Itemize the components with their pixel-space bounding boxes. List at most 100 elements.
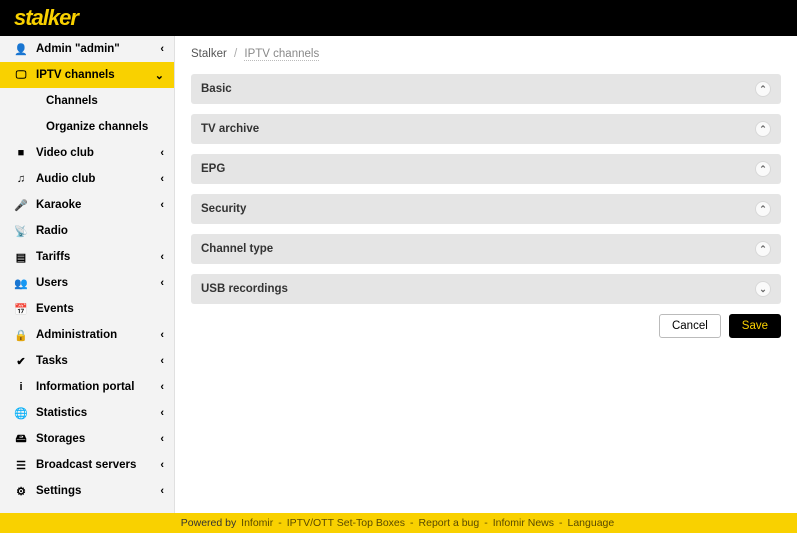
- panel-title: Security: [201, 203, 246, 215]
- collapse-icon[interactable]: ⌃: [755, 161, 771, 177]
- chevron-left-icon: ‹: [160, 485, 164, 497]
- sidebar-item-label: Information portal: [36, 381, 160, 393]
- sidebar-item-label: Settings: [36, 485, 160, 497]
- footer: Powered by Infomir - IPTV/OTT Set-Top Bo…: [0, 513, 797, 533]
- chevron-left-icon: ‹: [160, 329, 164, 341]
- content-area: Stalker / IPTV channels Basic⌃TV archive…: [175, 36, 797, 513]
- chevron-left-icon: ‹: [160, 199, 164, 211]
- collapse-icon[interactable]: ⌃: [755, 201, 771, 217]
- sidebar-item-icon: 📡: [14, 225, 28, 238]
- panel-title: Basic: [201, 83, 232, 95]
- footer-link-news[interactable]: Infomir News: [493, 517, 554, 529]
- chevron-left-icon: ‹: [160, 381, 164, 393]
- accordion-panel[interactable]: Security ⌃: [191, 194, 781, 224]
- sidebar-item-label: Administration: [36, 329, 160, 341]
- chevron-left-icon: ‹: [160, 173, 164, 185]
- chevron-left-icon: ‹: [160, 407, 164, 419]
- chevron-left-icon: ‹: [160, 355, 164, 367]
- panel-title: TV archive: [201, 123, 259, 135]
- sidebar-item-icon: ⚙: [14, 485, 28, 498]
- sidebar-item[interactable]: 🖴 Storages‹: [0, 426, 174, 452]
- chevron-left-icon: ‹: [160, 433, 164, 445]
- sidebar-item[interactable]: ■ Video club‹: [0, 140, 174, 166]
- expand-icon[interactable]: ⌄: [755, 281, 771, 297]
- sidebar-item-label: Statistics: [36, 407, 160, 419]
- breadcrumb-current: IPTV channels: [244, 48, 319, 61]
- sidebar-item[interactable]: ▤Tariffs‹: [0, 244, 174, 270]
- sidebar-item[interactable]: 🌐 Statistics‹: [0, 400, 174, 426]
- sidebar-item-label: IPTV channels: [36, 69, 155, 81]
- sidebar-item-label: Video club: [36, 147, 160, 159]
- cancel-button[interactable]: Cancel: [659, 314, 721, 338]
- sidebar-item[interactable]: 🖵 IPTV channels⌄: [0, 62, 174, 88]
- breadcrumb-sep: /: [234, 48, 237, 60]
- sidebar-item-label: Radio: [36, 225, 164, 237]
- breadcrumb: Stalker / IPTV channels: [191, 46, 781, 74]
- sidebar-item-label: Broadcast servers: [36, 459, 160, 471]
- footer-link-language[interactable]: Language: [568, 517, 615, 529]
- sidebar-item[interactable]: 🎤 Karaoke‹: [0, 192, 174, 218]
- sidebar-item-label: Organize channels: [46, 121, 148, 133]
- sidebar-item-label: Storages: [36, 433, 160, 445]
- sidebar-item-icon: ♫: [14, 173, 28, 185]
- sidebar-item-icon: 🖵: [14, 69, 28, 82]
- footer-link-infomir[interactable]: Infomir: [241, 517, 273, 529]
- chevron-left-icon: ‹: [160, 251, 164, 263]
- sidebar-item-label: Karaoke: [36, 199, 160, 211]
- sidebar-item[interactable]: i Information portal‹: [0, 374, 174, 400]
- sidebar-item-icon: 📅: [14, 303, 28, 316]
- main-layout: 👤Admin "admin"‹🖵IPTV channels⌄ChannelsOr…: [0, 36, 797, 513]
- chevron-left-icon: ‹: [160, 459, 164, 471]
- chevron-left-icon: ‹: [160, 43, 164, 55]
- sidebar-item[interactable]: 👤 Admin "admin"‹: [0, 36, 174, 62]
- accordion-panel[interactable]: USB recordings ⌄: [191, 274, 781, 304]
- sidebar-item-label: Events: [36, 303, 164, 315]
- topbar: stalker: [0, 0, 797, 36]
- sidebar-item-icon: 🔒: [14, 329, 28, 342]
- sidebar-item-icon: 🖴: [14, 430, 28, 449]
- chevron-down-icon: ⌄: [155, 69, 164, 82]
- accordion-panel[interactable]: Channel type⌃: [191, 234, 781, 264]
- sidebar-item-icon: ✔: [14, 355, 28, 368]
- sidebar-item[interactable]: 📅 Events: [0, 296, 174, 322]
- collapse-icon[interactable]: ⌃: [755, 121, 771, 137]
- sidebar-item-icon: 🎤: [14, 199, 28, 212]
- sidebar-item-icon: ▤: [14, 251, 28, 264]
- panel-title: USB recordings: [201, 283, 288, 295]
- collapse-icon[interactable]: ⌃: [755, 81, 771, 97]
- sidebar-item[interactable]: 🔒 Administration‹: [0, 322, 174, 348]
- sidebar-item[interactable]: ⚙ Settings‹: [0, 478, 174, 504]
- sidebar-item-icon: 👥: [14, 277, 28, 290]
- sidebar-item-label: Tasks: [36, 355, 160, 367]
- accordion-panel[interactable]: EPG ⌃: [191, 154, 781, 184]
- sidebar-item-icon: ☰: [14, 459, 28, 472]
- sidebar-subitem[interactable]: Channels: [0, 88, 174, 114]
- panel-title: EPG: [201, 163, 225, 175]
- breadcrumb-root[interactable]: Stalker: [191, 48, 227, 60]
- accordion-panel[interactable]: Basic ⌃: [191, 74, 781, 104]
- logo: stalker: [14, 5, 78, 31]
- sidebar-subitem[interactable]: Organize channels: [0, 114, 174, 140]
- footer-prefix: Powered by: [181, 517, 236, 529]
- sidebar-item-icon: 👤: [14, 43, 28, 56]
- sidebar-item-icon: ■: [14, 147, 28, 159]
- sidebar: 👤Admin "admin"‹🖵IPTV channels⌄ChannelsOr…: [0, 36, 175, 513]
- accordion-panel[interactable]: TV archive ⌃: [191, 114, 781, 144]
- chevron-left-icon: ‹: [160, 147, 164, 159]
- sidebar-item-label: Users: [36, 277, 160, 289]
- sidebar-item[interactable]: ♫ Audio club‹: [0, 166, 174, 192]
- footer-link-report[interactable]: Report a bug: [419, 517, 480, 529]
- button-row: Cancel Save: [191, 314, 781, 338]
- save-button[interactable]: Save: [729, 314, 781, 338]
- sidebar-item-label: Channels: [46, 95, 98, 107]
- sidebar-item-icon: 🌐: [14, 407, 28, 420]
- sidebar-item-label: Admin "admin": [36, 43, 160, 55]
- sidebar-item[interactable]: 📡 Radio: [0, 218, 174, 244]
- sidebar-item[interactable]: ☰ Broadcast servers‹: [0, 452, 174, 478]
- footer-link-iptv[interactable]: IPTV/OTT Set-Top Boxes: [287, 517, 405, 529]
- sidebar-item[interactable]: 👥Users‹: [0, 270, 174, 296]
- sidebar-item-label: Audio club: [36, 173, 160, 185]
- sidebar-item-icon: i: [14, 381, 28, 393]
- sidebar-item[interactable]: ✔ Tasks‹: [0, 348, 174, 374]
- collapse-icon[interactable]: ⌃: [755, 241, 771, 257]
